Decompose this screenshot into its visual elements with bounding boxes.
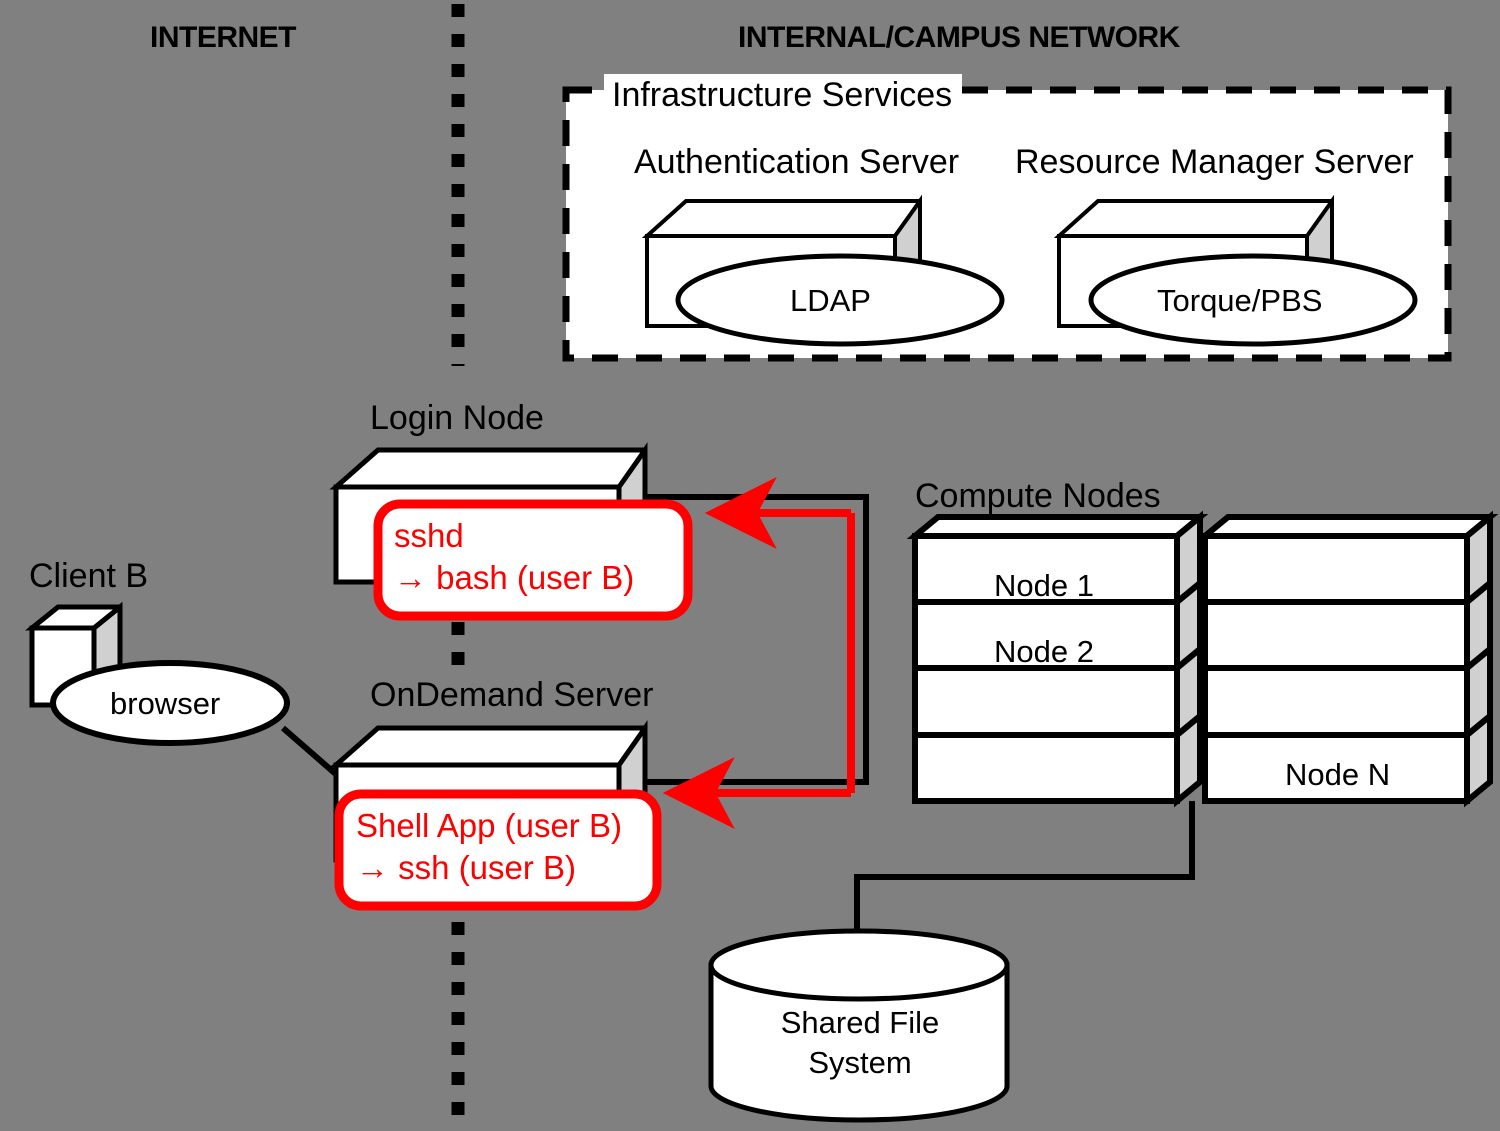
login-node-callout-line-1: sshd: [394, 517, 464, 554]
ldap-service-label: LDAP: [790, 283, 871, 318]
diagram-canvas: INTERNET INTERNAL/CAMPUS NETWORK Infrast…: [0, 0, 1500, 1131]
browser-to-ondemand-link: [281, 725, 340, 779]
compute-nodes-title: Compute Nodes: [915, 477, 1161, 515]
client-b-title: Client B: [29, 557, 149, 595]
infrastructure-services-label: Infrastructure Services: [604, 74, 963, 117]
ondemand-server-callout-line-2: → ssh (user B): [356, 849, 577, 887]
compute-node-slot-2: Node 2: [994, 634, 1094, 669]
browser-service-label: browser: [110, 686, 221, 721]
login-node-title: Login Node: [370, 399, 544, 437]
resource-manager-server-title: Resource Manager Server: [1015, 143, 1414, 181]
internal-network-zone-header: INTERNAL/CAMPUS NETWORK: [738, 21, 1180, 54]
login-node-callout-line-2: → bash (user B): [394, 559, 635, 597]
authentication-server-title: Authentication Server: [634, 143, 960, 181]
ondemand-server-callout-line-1: Shell App (user B): [356, 807, 622, 844]
internet-zone-header: INTERNET: [150, 21, 297, 54]
compute-node-slot-n: Node N: [1285, 757, 1391, 792]
shared-file-system-label-line-1: Shared File: [780, 1005, 940, 1040]
shared-file-system-label-line-2: System: [808, 1045, 912, 1081]
ondemand-server-title: OnDemand Server: [370, 676, 654, 714]
compute-node-slot-1: Node 1: [994, 568, 1094, 603]
torque-pbs-service-label: Torque/PBS: [1157, 283, 1323, 318]
